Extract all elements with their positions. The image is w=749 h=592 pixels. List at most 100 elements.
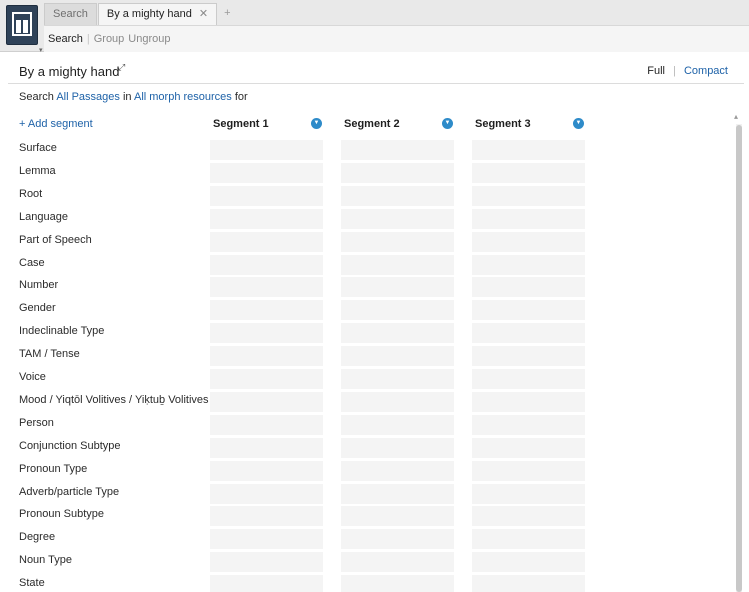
view-compact-button[interactable]: Compact	[684, 65, 728, 77]
toolbar-divider: |	[86, 33, 90, 45]
segment-2-cell[interactable]	[341, 277, 454, 298]
chevron-down-icon[interactable]: ▼	[311, 118, 322, 129]
resources-link[interactable]: All morph resources	[134, 91, 232, 103]
row-label: Case	[19, 256, 45, 269]
row-label: State	[19, 577, 45, 590]
segment-3-cell[interactable]	[472, 369, 585, 389]
segment-1-cell[interactable]	[210, 277, 323, 298]
segment-3-cell[interactable]	[472, 506, 585, 527]
segment-1-cell[interactable]	[210, 208, 323, 229]
segment-1-cell[interactable]	[210, 575, 323, 592]
segment-2-cell[interactable]	[341, 529, 454, 550]
row-label: Adverb/particle Type	[19, 485, 120, 498]
segment-3-cell[interactable]	[472, 575, 585, 592]
app-logo-icon[interactable]: ▾	[6, 5, 43, 54]
close-icon[interactable]: ✕	[199, 8, 208, 20]
tab-search[interactable]: Search	[44, 3, 97, 25]
segment-1-cell[interactable]	[210, 254, 323, 275]
segment-1-cell[interactable]	[210, 323, 323, 344]
row-label: Degree	[19, 531, 56, 544]
segment-1-cell[interactable]	[210, 162, 323, 183]
segment-2-cell[interactable]	[341, 552, 454, 573]
row-label: Part of Speech	[19, 233, 92, 246]
segment-1-cell[interactable]	[210, 185, 323, 206]
segment-2-cell[interactable]	[341, 437, 454, 458]
chevron-down-icon[interactable]: ▼	[573, 118, 584, 129]
segment-1-cell[interactable]	[210, 346, 323, 367]
segment-2-cell[interactable]	[341, 140, 454, 160]
segment-3-cell[interactable]	[472, 483, 585, 504]
morph-query-panel: By a mighty hand ⤢ Full | Compact Search…	[8, 56, 744, 592]
segment-3-cell[interactable]	[472, 437, 585, 458]
segment-3-cell[interactable]	[472, 277, 585, 298]
row-label: Surface	[19, 142, 57, 154]
segment-1-cell[interactable]	[210, 391, 323, 412]
segment-2-cell[interactable]	[341, 323, 454, 344]
segment-3-cell[interactable]	[472, 346, 585, 367]
segment-2-cell[interactable]	[341, 369, 454, 389]
segment-1-header[interactable]: Segment 1	[213, 118, 325, 130]
segment-1-cell[interactable]	[210, 231, 323, 252]
segment-2-cell[interactable]	[341, 575, 454, 592]
segment-3-cell[interactable]	[472, 231, 585, 252]
pin-icon[interactable]: ⤢	[118, 62, 125, 73]
search-suffix: for	[234, 91, 248, 103]
toolbar-ungroup-button[interactable]: Ungroup	[128, 33, 170, 45]
segment-1-cell[interactable]	[210, 529, 323, 550]
row-label: Gender	[19, 302, 56, 315]
add-segment-button[interactable]: + Add segment	[19, 118, 93, 130]
tab-label: Search	[53, 8, 88, 20]
segment-2-cell[interactable]	[341, 483, 454, 504]
segment-3-cell[interactable]	[472, 140, 585, 160]
segment-3-cell[interactable]	[472, 300, 585, 321]
segment-3-cell[interactable]	[472, 254, 585, 275]
segment-1-cell[interactable]	[210, 414, 323, 435]
segment-1-cell[interactable]	[210, 437, 323, 458]
plus-icon: +	[224, 7, 231, 19]
segment-2-cell[interactable]	[341, 414, 454, 435]
segment-2-cell[interactable]	[341, 185, 454, 206]
sub-toolbar: Search | Group Ungroup	[44, 25, 749, 52]
segment-3-cell[interactable]	[472, 529, 585, 550]
segment-2-cell[interactable]	[341, 231, 454, 252]
segment-2-cell[interactable]	[341, 254, 454, 275]
segment-2-cell[interactable]	[341, 391, 454, 412]
menu-caret-icon[interactable]: ▾	[39, 46, 43, 54]
view-full-button[interactable]: Full	[647, 65, 665, 77]
segment-1-cell[interactable]	[210, 369, 323, 389]
segment-1-cell[interactable]	[210, 483, 323, 504]
segment-3-cell[interactable]	[472, 460, 585, 481]
scroll-up-icon[interactable]: ▴	[734, 112, 738, 121]
row-label: Number	[19, 279, 59, 292]
toolbar-search-button[interactable]: Search	[48, 33, 83, 45]
document-title[interactable]: By a mighty hand	[19, 64, 119, 79]
segment-3-cell[interactable]	[472, 208, 585, 229]
segment-2-cell[interactable]	[341, 208, 454, 229]
segment-2-cell[interactable]	[341, 346, 454, 367]
segment-3-cell[interactable]	[472, 162, 585, 183]
segment-1-cell[interactable]	[210, 506, 323, 527]
chevron-down-icon[interactable]: ▼	[442, 118, 453, 129]
segment-3-header[interactable]: Segment 3	[475, 118, 587, 130]
tab-by-a-mighty-hand[interactable]: By a mighty hand ✕	[97, 3, 218, 25]
segment-2-header[interactable]: Segment 2	[344, 118, 456, 130]
segment-3-cell[interactable]	[472, 391, 585, 412]
segment-3-cell[interactable]	[472, 185, 585, 206]
segment-2-cell[interactable]	[341, 460, 454, 481]
segment-1-cell[interactable]	[210, 140, 323, 160]
segment-2-cell[interactable]	[341, 162, 454, 183]
toolbar-group-button[interactable]: Group	[94, 33, 125, 45]
row-label: Lemma	[19, 164, 56, 177]
segment-1-cell[interactable]	[210, 552, 323, 573]
scrollbar-thumb[interactable]	[736, 125, 742, 592]
segment-1-cell[interactable]	[210, 300, 323, 321]
new-tab-button[interactable]: +	[218, 3, 236, 25]
segment-3-cell[interactable]	[472, 414, 585, 435]
segment-3-cell[interactable]	[472, 323, 585, 344]
segment-3-cell[interactable]	[472, 552, 585, 573]
passages-link[interactable]: All Passages	[56, 91, 120, 103]
segment-1-cell[interactable]	[210, 460, 323, 481]
segment-2-cell[interactable]	[341, 300, 454, 321]
segment-2-cell[interactable]	[341, 506, 454, 527]
view-divider: |	[673, 65, 676, 77]
